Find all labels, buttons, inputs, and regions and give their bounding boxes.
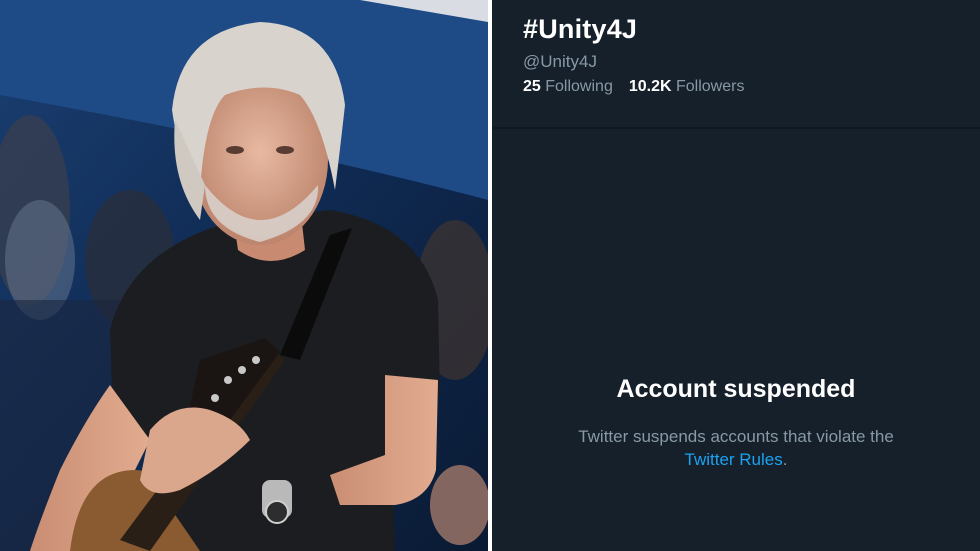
profile-header: #Unity4J @Unity4J 25 Following 10.2K Foll… — [492, 0, 980, 127]
followers-count: 10.2K — [628, 78, 672, 95]
twitter-profile-panel: #Unity4J @Unity4J 25 Following 10.2K Foll… — [492, 0, 980, 551]
twitter-rules-link[interactable]: Twitter Rules — [685, 450, 783, 469]
following-label: Following — [545, 78, 613, 95]
suspension-message-text: Twitter suspends accounts that violate t… — [578, 427, 894, 446]
suspension-notice: Account suspended Twitter suspends accou… — [492, 129, 980, 551]
followers-link[interactable]: 10.2K Followers — [629, 78, 745, 95]
followers-label: Followers — [676, 78, 745, 95]
profile-stats: 25 Following 10.2K Followers — [523, 78, 744, 96]
following-link[interactable]: 25 Following — [523, 78, 613, 95]
profile-name: #Unity4J — [523, 14, 638, 44]
following-count: 25 — [523, 78, 541, 95]
guitarist-photo — [0, 0, 488, 551]
profile-handle: @Unity4J — [523, 52, 597, 71]
suspension-title: Account suspended — [616, 375, 856, 403]
suspension-message-suffix: . — [782, 450, 788, 469]
suspension-message: Twitter suspends accounts that violate t… — [492, 425, 980, 471]
